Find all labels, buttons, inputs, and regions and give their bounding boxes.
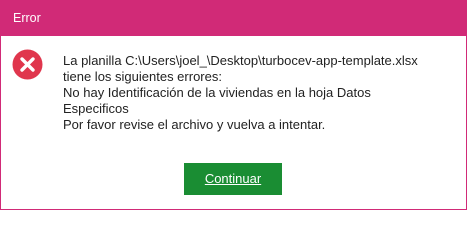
message-line: tiene los siguientes errores:	[63, 69, 222, 84]
title-bar: Error	[1, 1, 466, 36]
continue-button[interactable]: Continuar	[184, 163, 282, 195]
error-message: La planilla C:\Users\joel_\Desktop\turbo…	[63, 53, 463, 133]
message-line: No hay Identificación de la viviendas en…	[63, 85, 371, 100]
dialog-title: Error	[13, 11, 41, 25]
message-line: Especificos	[63, 101, 129, 116]
message-line: Por favor revise el archivo y vuelva a i…	[63, 117, 326, 132]
error-dialog: Error La planilla C:\Users\joel_\Desktop…	[0, 0, 467, 210]
error-icon	[12, 49, 43, 80]
message-line: La planilla C:\Users\joel_\Desktop\turbo…	[63, 53, 418, 68]
